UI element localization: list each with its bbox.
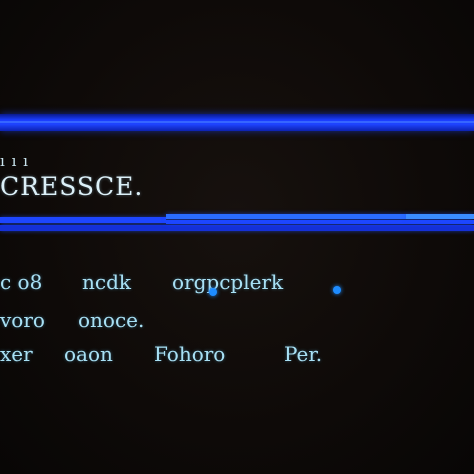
row-cell: orgpcplerk xyxy=(172,270,284,294)
divider-bar xyxy=(0,214,474,236)
top-highlight-bar xyxy=(0,114,474,131)
header-title: CRESSCE. xyxy=(0,172,144,201)
row-cell: onoce. xyxy=(78,308,145,332)
row-cell: oaon xyxy=(64,342,113,366)
row-cell: Fohoro xyxy=(154,342,226,366)
row-cell: ncdk xyxy=(82,270,132,294)
divider-segment xyxy=(406,214,474,219)
divider-segment xyxy=(166,220,474,224)
divider-segment xyxy=(0,225,474,231)
divider-segment xyxy=(0,217,166,223)
list-item[interactable]: c o8 ncdk orgpcplerk xyxy=(0,270,474,300)
row-cell: Per. xyxy=(284,342,323,366)
list-item[interactable]: xer oaon Fohoro Per. xyxy=(0,342,474,372)
cursor-marker-icon xyxy=(333,286,341,294)
divider-segment xyxy=(166,214,406,219)
cursor-marker-icon xyxy=(209,288,217,296)
row-cell: xer xyxy=(0,342,33,366)
terminal-screen: ı ı ı CRESSCE. c o8 ncdk orgpcplerk voro… xyxy=(0,0,474,474)
row-cell: c o8 xyxy=(0,270,43,294)
row-cell: voro xyxy=(0,308,45,332)
header-small-label: ı ı ı xyxy=(0,152,29,170)
list-item[interactable]: voro onoce. xyxy=(0,308,474,338)
